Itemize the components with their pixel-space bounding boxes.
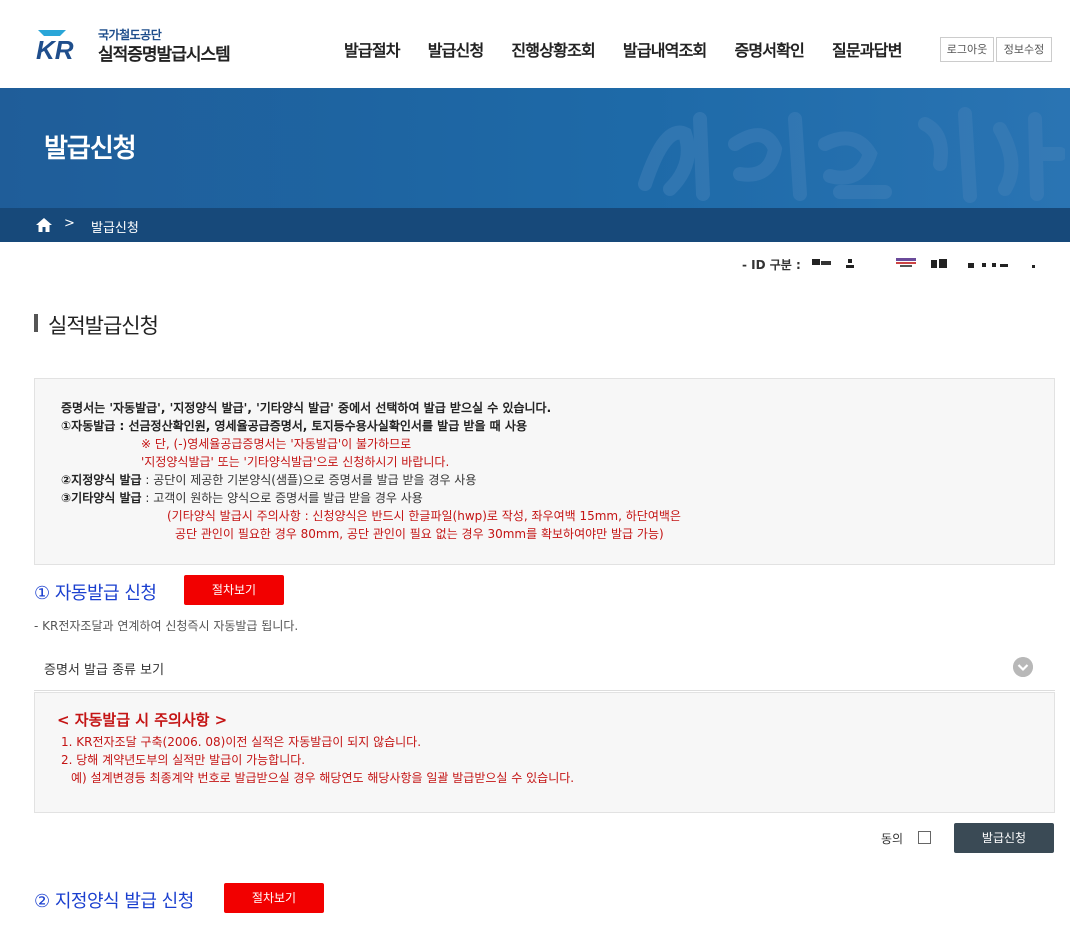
info-box: 증명서는 '자동발급', '지정양식 발급', '기타양식 발급' 중에서 선택… — [34, 378, 1055, 565]
warning-line-2: 2. 당해 계약년도부의 실적만 발급이 가능합니다. — [61, 753, 306, 767]
chevron-right-icon: > — [64, 216, 75, 231]
id-label: - ID 구분 : — [742, 258, 801, 272]
warning-line-3: 예) 설계변경등 최종계약 번호로 발급받으실 경우 해당연도 해당사항을 일괄… — [71, 771, 575, 785]
svg-text:KR: KR — [36, 35, 74, 62]
breadcrumb: > 발급신청 — [0, 208, 1070, 242]
info-line-5: ②지정양식 발급 : 공단이 제공한 기본양식(샘플)으로 증명서를 발급 받을… — [61, 471, 1028, 489]
info-line-5-body: : 공단이 제공한 기본양식(샘플)으로 증명서를 발급 받을 경우 사용 — [141, 473, 477, 487]
accordion-label: 증명서 발급 종류 보기 — [44, 663, 165, 678]
auto-procedure-button[interactable]: 절차보기 — [184, 575, 284, 605]
info-line-2: ①자동발급 : 선금정산확인원, 영세율공급증명서, 토지등수용사실확인서를 발… — [61, 419, 527, 433]
info-line-6-body: : 고객이 원하는 양식으로 증명서를 발급 받을 경우 사용 — [141, 491, 423, 505]
nav-status[interactable]: 진행상황조회 — [511, 37, 595, 61]
info-line-7: (기타양식 발급시 주의사항 : 신청양식은 반드시 한글파일(hwp)로 작성… — [167, 509, 681, 523]
agree-checkbox[interactable] — [918, 831, 931, 844]
banner-title: 발급신청 — [44, 134, 137, 164]
edit-info-button[interactable]: 정보수정 — [996, 37, 1052, 62]
auto-issue-description: - KR전자조달과 연계하여 신청즉시 자동발급 됩니다. — [34, 619, 299, 633]
info-line-6: ③기타양식 발급 : 고객이 원하는 양식으로 증명서를 발급 받을 경우 사용 — [61, 489, 1028, 507]
info-line-5-head: ②지정양식 발급 — [61, 473, 142, 487]
info-line-4: '지정양식발급' 또는 '기타양식발급'으로 신청하시기 바랍니다. — [141, 455, 450, 469]
logo[interactable]: KR 국가철도공단 실적증명발급시스템 — [36, 26, 246, 66]
warning-title: < 자동발급 시 주의사항 > — [57, 711, 228, 729]
auto-issue-warning: < 자동발급 시 주의사항 > 1. KR전자조달 구축(2006. 08)이전… — [34, 692, 1055, 813]
designated-issue-title: ② 지정양식 발급 신청 — [34, 891, 194, 912]
logout-button[interactable]: 로그아웃 — [940, 37, 994, 62]
agree-label: 동의 — [881, 832, 904, 846]
chevron-down-icon[interactable] — [1013, 657, 1033, 677]
info-line-1: 증명서는 '자동발급', '지정양식 발급', '기타양식 발급' 중에서 선택… — [61, 401, 552, 415]
system-name: 실적증명발급시스템 — [98, 45, 231, 65]
info-line-6-head: ③기타양식 발급 — [61, 491, 142, 505]
main-nav: 발급절차 발급신청 진행상황조회 발급내역조회 증명서확인 질문과답변 — [330, 37, 916, 61]
page-title: 실적발급신청 — [34, 310, 159, 340]
warning-line-1: 1. KR전자조달 구축(2006. 08)이전 실적은 자동발급이 되지 않습… — [61, 735, 422, 749]
calligraphy-decoration — [638, 107, 1065, 203]
nav-history[interactable]: 발급내역조회 — [623, 37, 707, 61]
page-banner: 발급신청 — [0, 88, 1070, 208]
home-icon[interactable] — [36, 218, 52, 232]
info-line-3: ※ 단, (-)영세율공급증명서는 '자동발급'이 불가하므로 — [141, 437, 412, 451]
certificate-types-accordion[interactable]: 증명서 발급 종류 보기 — [34, 647, 1055, 691]
nav-verify[interactable]: 증명서확인 — [734, 37, 804, 61]
nav-procedure[interactable]: 발급절차 — [344, 37, 400, 61]
masked-id-value — [812, 258, 1035, 268]
nav-qna[interactable]: 질문과답변 — [832, 37, 902, 61]
designated-procedure-button[interactable]: 절차보기 — [224, 883, 324, 913]
header: KR 국가철도공단 실적증명발급시스템 발급절차 발급신청 진행상황조회 발급내… — [0, 0, 1070, 88]
apply-button[interactable]: 발급신청 — [954, 823, 1054, 853]
kr-logo-icon: KR — [36, 30, 74, 62]
breadcrumb-current: 발급신청 — [91, 221, 139, 236]
info-line-8: 공단 관인이 필요한 경우 80mm, 공단 관인이 필요 없는 경우 30mm… — [175, 527, 664, 541]
nav-apply[interactable]: 발급신청 — [428, 37, 484, 61]
auto-issue-title: ① 자동발급 신청 — [34, 583, 157, 604]
